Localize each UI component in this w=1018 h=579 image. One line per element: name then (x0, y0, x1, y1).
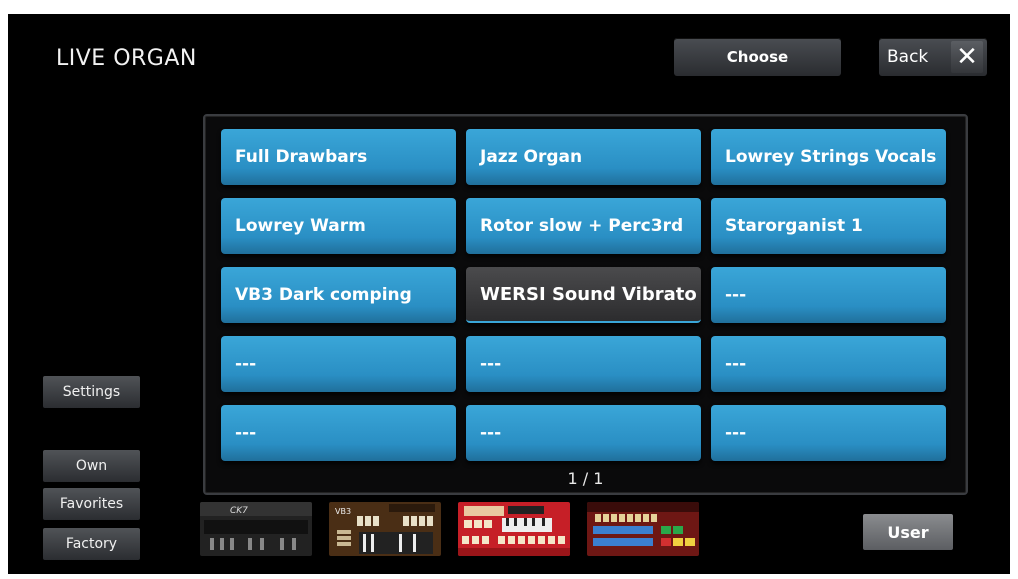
sound-tile[interactable]: --- (466, 405, 701, 461)
back-label: Back (887, 47, 929, 67)
back-button[interactable]: Back ✕ (879, 38, 987, 76)
close-icon[interactable]: ✕ (951, 41, 983, 73)
sound-tile[interactable]: Full Drawbars (221, 129, 456, 185)
factory-button[interactable]: Factory (43, 528, 140, 560)
page-indicator: 1 / 1 (567, 469, 604, 488)
sound-tile-selected[interactable]: WERSI Sound Vibrato (466, 267, 701, 323)
settings-button[interactable]: Settings (43, 376, 140, 408)
sound-tile[interactable]: Lowrey Strings Vocals (711, 129, 946, 185)
sound-list-panel: Full Drawbars Jazz Organ Lowrey Strings … (203, 114, 968, 495)
sound-tile[interactable]: VB3 Dark comping (221, 267, 456, 323)
sound-tile[interactable]: --- (711, 336, 946, 392)
sound-tile[interactable]: --- (221, 405, 456, 461)
svg-text:VB3: VB3 (335, 507, 351, 516)
organ-panel-red-thumbnail[interactable] (458, 502, 570, 556)
sound-tile[interactable]: Jazz Organ (466, 129, 701, 185)
organ-panel-ck7-thumbnail[interactable]: CK7 (200, 502, 312, 556)
svg-text:CK7: CK7 (230, 506, 248, 516)
live-organ-screen: LIVE ORGAN Choose Back ✕ Full Drawbars J… (8, 14, 1010, 574)
sound-tile[interactable]: Starorganist 1 (711, 198, 946, 254)
user-button[interactable]: User (863, 514, 953, 550)
sound-tile[interactable]: --- (711, 267, 946, 323)
sound-tile[interactable]: --- (221, 336, 456, 392)
sound-tile[interactable]: --- (466, 336, 701, 392)
own-button[interactable]: Own (43, 450, 140, 482)
choose-button[interactable]: Choose (674, 38, 841, 76)
sound-tile[interactable]: Rotor slow + Perc3rd (466, 198, 701, 254)
organ-panel-wersi-thumbnail[interactable] (587, 502, 699, 556)
favorites-button[interactable]: Favorites (43, 488, 140, 520)
organ-panel-vb3-thumbnail[interactable]: VB3 (329, 502, 441, 556)
sound-tile[interactable]: Lowrey Warm (221, 198, 456, 254)
page-title: LIVE ORGAN (56, 46, 197, 71)
sound-tile[interactable]: --- (711, 405, 946, 461)
